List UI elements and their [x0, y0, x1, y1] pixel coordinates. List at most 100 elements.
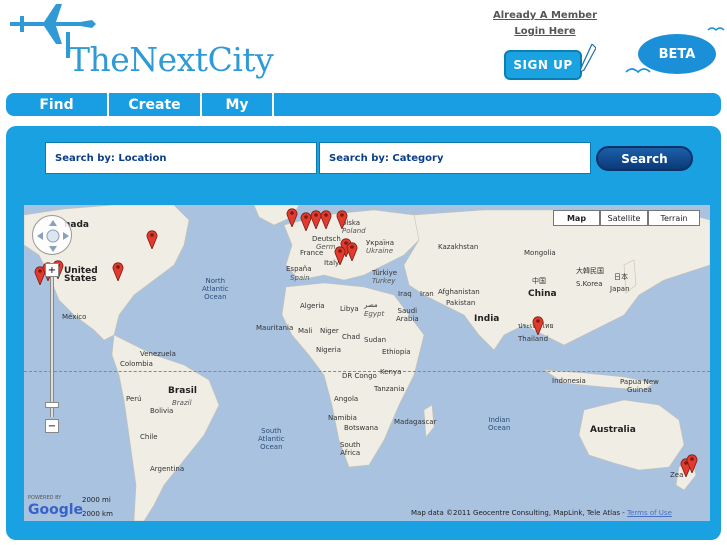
search-button[interactable]: Search — [596, 146, 693, 171]
label-brasil: Brasil — [168, 386, 197, 396]
map-pin-icon[interactable] — [146, 229, 158, 249]
label-espana: España — [286, 265, 312, 273]
label-brazil: Brazil — [172, 399, 192, 407]
label-deutschland: Deutsch — [312, 235, 341, 243]
page: TheNextCity Already A Member Login Here … — [0, 0, 727, 545]
label-korea-jp: 大韓民国 — [576, 267, 604, 275]
label-india: India — [474, 314, 500, 324]
label-saudi-arabia: Saudi Arabia — [396, 307, 419, 323]
label-angola: Angola — [334, 395, 359, 403]
terms-link[interactable]: Terms of Use — [627, 509, 672, 517]
label-iran: Iran — [420, 290, 434, 298]
zoom-in-button[interactable]: + — [45, 263, 59, 277]
label-madagascar: Madagascar — [394, 418, 437, 426]
label-japan-jp: 日本 — [614, 273, 628, 281]
label-peru: Perú — [126, 395, 142, 403]
beta-badge: BETA — [624, 24, 726, 84]
nav-find[interactable]: Find — [6, 93, 109, 116]
label-botswana: Botswana — [344, 424, 379, 432]
pencil-icon — [580, 44, 596, 73]
label-china: China — [528, 289, 557, 299]
search-panel: Search by: Location Search by: Category … — [6, 126, 721, 540]
nav-my[interactable]: My — [202, 93, 274, 116]
label-indonesia: Indonesia — [552, 377, 586, 385]
label-afghanistan: Afghanistan — [438, 288, 480, 296]
location-search-input[interactable]: Search by: Location — [45, 142, 317, 174]
label-chile: Chile — [140, 433, 158, 441]
map-type-terrain-button[interactable]: Terrain — [648, 210, 700, 226]
label-tanzania: Tanzania — [374, 385, 405, 393]
label-south-atlantic: South Atlantic Ocean — [258, 427, 285, 451]
map-type-satellite-button[interactable]: Satellite — [600, 210, 648, 226]
map-pin-icon[interactable] — [346, 241, 358, 261]
site-logo[interactable]: TheNextCity — [6, 2, 274, 84]
scale-miles: 2000 mi — [82, 496, 111, 504]
map-pin-icon[interactable] — [336, 209, 348, 229]
map-scale: 2000 mi 2000 km — [82, 493, 113, 521]
login-link[interactable]: Login Here — [490, 24, 600, 40]
label-kazakhstan: Kazakhstan — [438, 243, 479, 251]
label-pakistan: Pakistan — [446, 299, 476, 307]
google-logo[interactable]: Google — [28, 502, 83, 518]
already-member-link[interactable]: Already A Member — [490, 8, 600, 24]
label-mali: Mali — [298, 327, 313, 335]
map-pin-icon[interactable] — [532, 315, 544, 335]
zoom-slider[interactable] — [50, 277, 54, 417]
label-chad: Chad — [342, 333, 361, 341]
label-iraq: Iraq — [398, 290, 412, 298]
map-attribution: Map data ©2011 Geocentre Consulting, Map… — [411, 509, 672, 517]
signup-area: SIGN UP — [502, 44, 596, 84]
beta-label: BETA — [638, 34, 716, 74]
label-libya: Libya — [340, 305, 359, 313]
map-pin-icon[interactable] — [286, 207, 298, 227]
label-germany: Germ — [316, 243, 336, 251]
label-north-atlantic: North Atlantic Ocean — [202, 277, 229, 301]
label-egypt-ar: مصر — [364, 301, 378, 309]
label-ukraina: Україна — [366, 239, 395, 247]
label-china-cn: 中国 — [532, 277, 546, 285]
login-prompt: Already A Member Login Here — [490, 8, 600, 40]
pan-hand-icon — [37, 220, 69, 252]
label-australia: Australia — [590, 425, 636, 435]
map-pin-icon[interactable] — [334, 245, 346, 265]
label-png: Papua New Guinea — [620, 378, 659, 394]
logo-text: TheNextCity — [68, 40, 274, 79]
label-mexico: México — [62, 313, 87, 321]
map-pin-icon[interactable] — [320, 209, 332, 229]
label-turkey: Turkey — [372, 277, 396, 285]
label-korea: S.Korea — [576, 280, 603, 288]
zoom-slider-handle[interactable] — [45, 402, 59, 408]
label-sudan: Sudan — [364, 336, 387, 344]
map-pin-icon[interactable] — [686, 453, 698, 473]
label-ukraine: Ukraine — [366, 247, 394, 255]
label-bolivia: Bolivia — [150, 407, 174, 415]
main-nav: Find Create My — [6, 93, 721, 116]
powered-by-label: POWERED BY — [28, 495, 62, 501]
label-algeria: Algeria — [300, 302, 325, 310]
label-kenya: Kenya — [380, 368, 402, 376]
label-south-africa: South Africa — [340, 441, 361, 457]
label-ethiopia: Ethiopia — [382, 348, 411, 356]
label-indian-ocean: Indian Ocean — [488, 416, 511, 432]
nav-create[interactable]: Create — [109, 93, 202, 116]
attribution-text: Map data ©2011 Geocentre Consulting, Map… — [411, 509, 627, 517]
map-pin-icon[interactable] — [112, 261, 124, 281]
scale-km: 2000 km — [82, 510, 113, 518]
map-type-map-button[interactable]: Map — [553, 210, 600, 226]
signup-button[interactable]: SIGN UP — [504, 50, 582, 80]
label-dr-congo: DR Congo — [342, 372, 377, 380]
label-namibia: Namibia — [328, 414, 357, 422]
category-search-input[interactable]: Search by: Category — [319, 142, 591, 174]
label-mongolia: Mongolia — [524, 249, 556, 257]
label-egypt: Egypt — [364, 310, 385, 318]
label-nigeria: Nigeria — [316, 346, 342, 354]
zoom-out-button[interactable]: − — [45, 419, 59, 433]
label-turkiye: Türkiye — [372, 269, 398, 277]
label-spain: Spain — [290, 274, 310, 282]
label-mauritania: Mauritania — [256, 324, 294, 332]
label-japan: Japan — [610, 285, 630, 293]
world-map[interactable]: nada United States México North Atlantic… — [24, 205, 710, 521]
label-thailand: Thailand — [518, 335, 549, 343]
label-argentina: Argentina — [150, 465, 185, 473]
pan-control[interactable] — [32, 215, 72, 255]
